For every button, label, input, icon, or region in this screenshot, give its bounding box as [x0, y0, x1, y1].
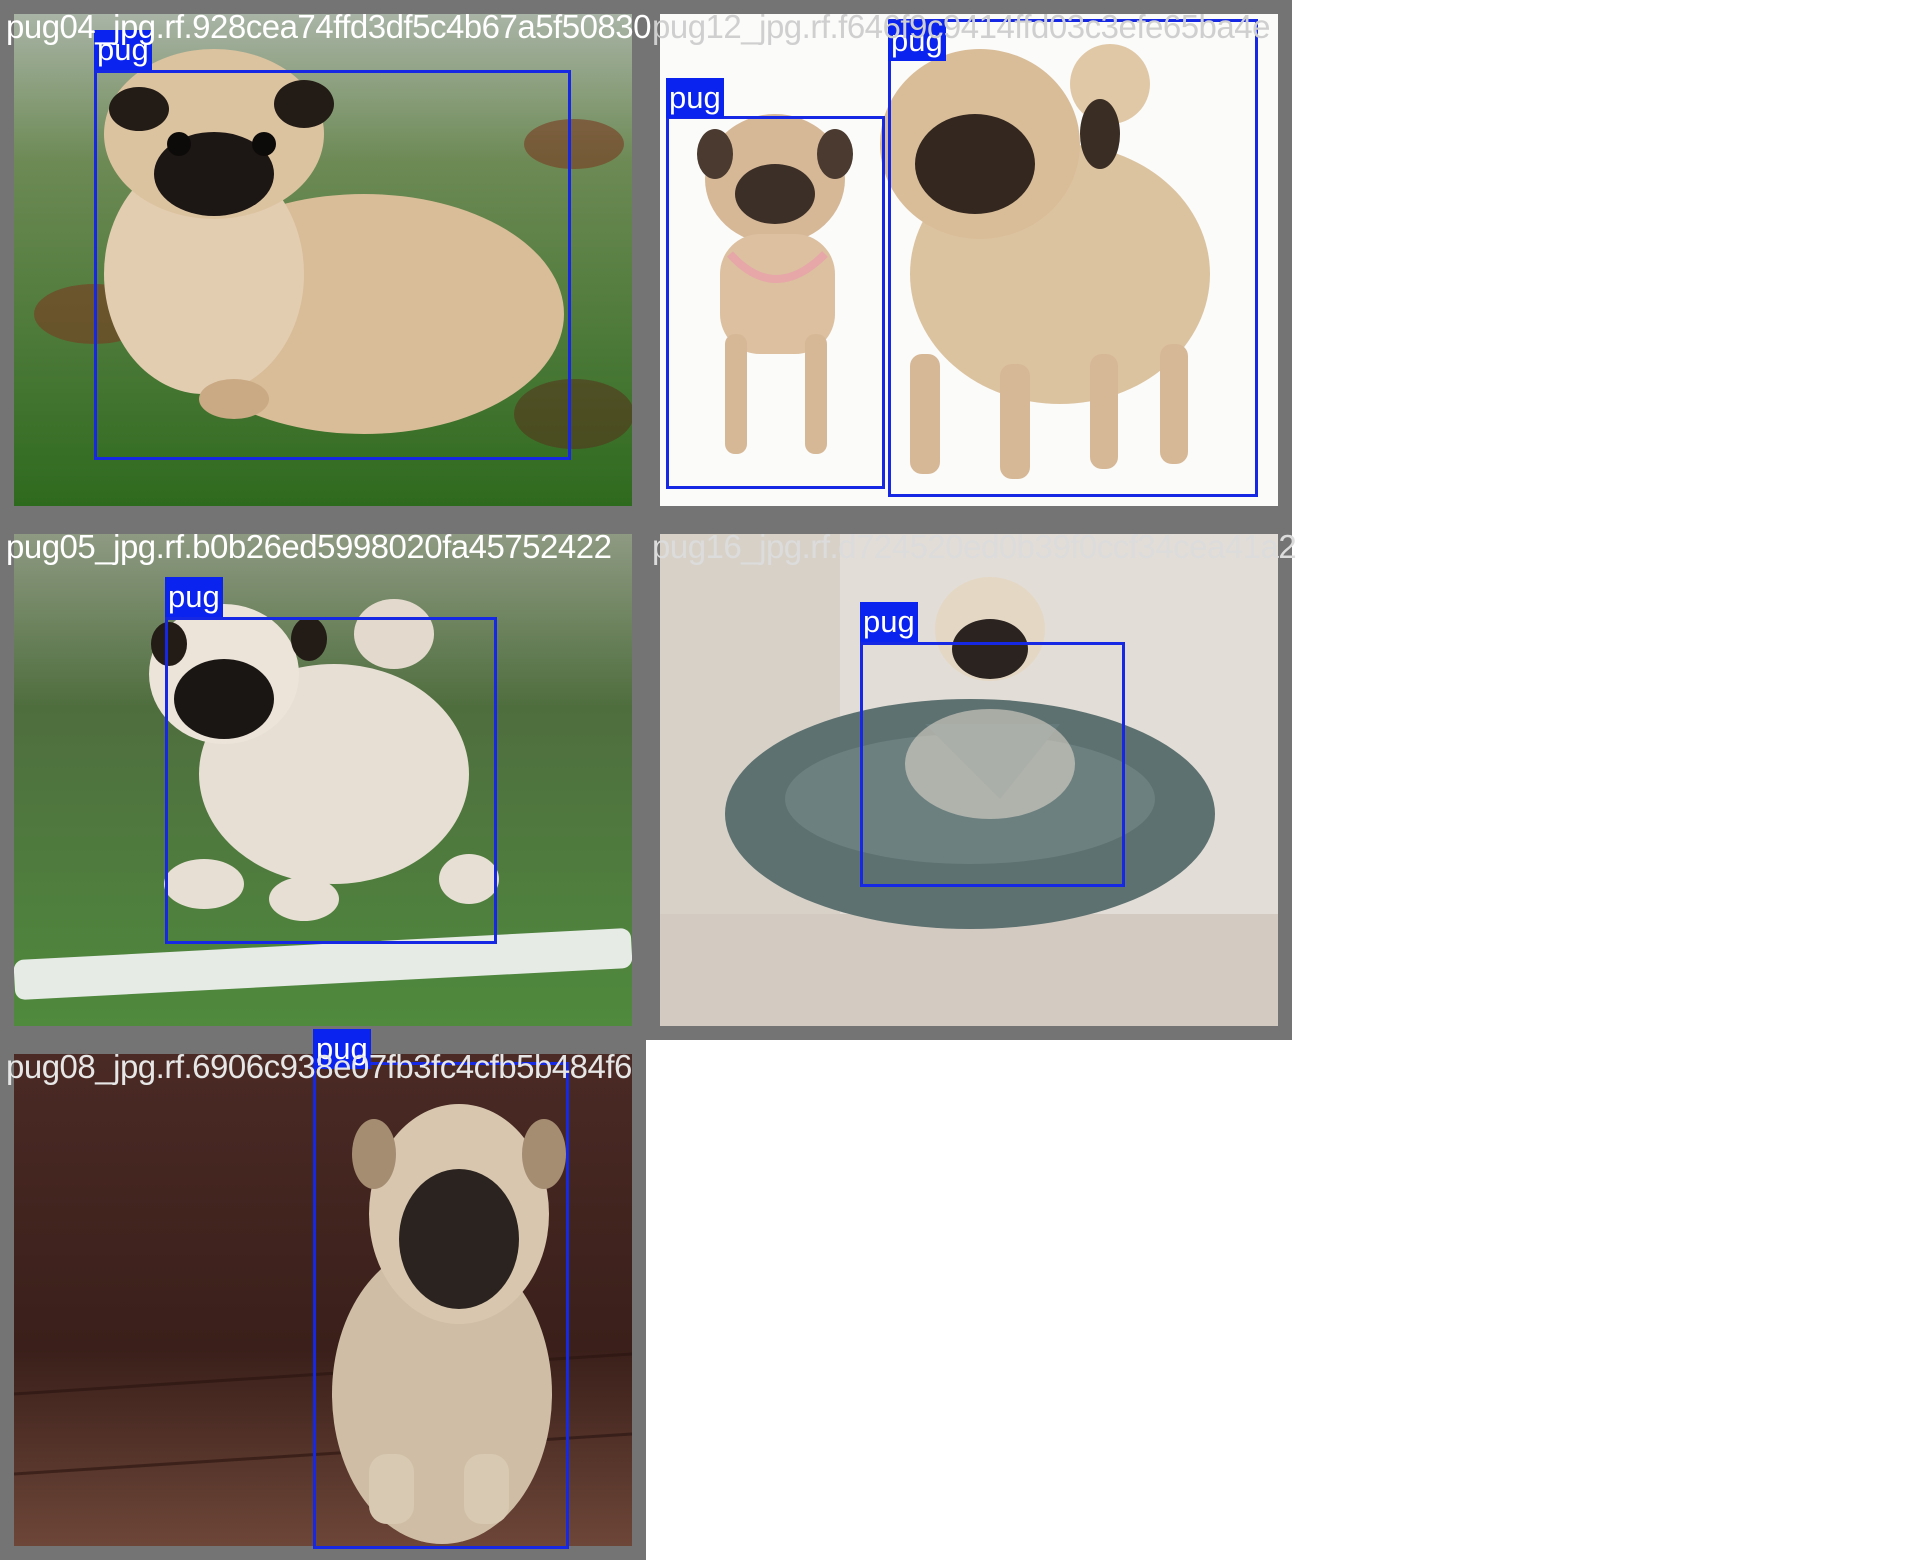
image-filename: pug12_jpg.rf.f646f9c9414ffd03c3efe65ba4e — [652, 8, 1270, 45]
mosaic-tile: pug pug04_jpg.rf.928cea74ffd3df5c4b67a5f… — [0, 0, 652, 520]
detection-box — [860, 642, 1125, 887]
detection-box — [666, 116, 885, 489]
detection-label: pug — [666, 78, 724, 118]
image-filename: pug16_jpg.rf.d724520ed0b39f0ccf34cea41a2 — [652, 528, 1297, 565]
image-filename: pug08_jpg.rf.6906c938e07fb3fc4cfb5b484f6 — [6, 1048, 632, 1085]
detection-label: pug — [165, 577, 223, 617]
image-filename: pug05_jpg.rf.b0b26ed5998020fa45752422 — [6, 528, 612, 565]
mosaic-tile: pug pug16_jpg.rf.d724520ed0b39f0ccf34cea… — [646, 520, 1297, 1040]
image-filename: pug04_jpg.rf.928cea74ffd3df5c4b67a5f5083… — [6, 8, 652, 45]
detection-label: pug — [860, 602, 918, 642]
mosaic-tile: pug pug08_jpg.rf.6906c938e07fb3fc4cfb5b4… — [0, 1029, 646, 1560]
detection-box — [888, 19, 1258, 497]
detection-box — [165, 617, 497, 944]
mosaic-tile: pug pug pug12_jpg.rf.f646f9c9414ffd03c3e… — [646, 0, 1292, 520]
detection-box — [313, 1062, 569, 1549]
mosaic-tile: pug pug05_jpg.rf.b0b26ed5998020fa4575242… — [0, 520, 646, 1040]
detection-box — [94, 70, 571, 460]
